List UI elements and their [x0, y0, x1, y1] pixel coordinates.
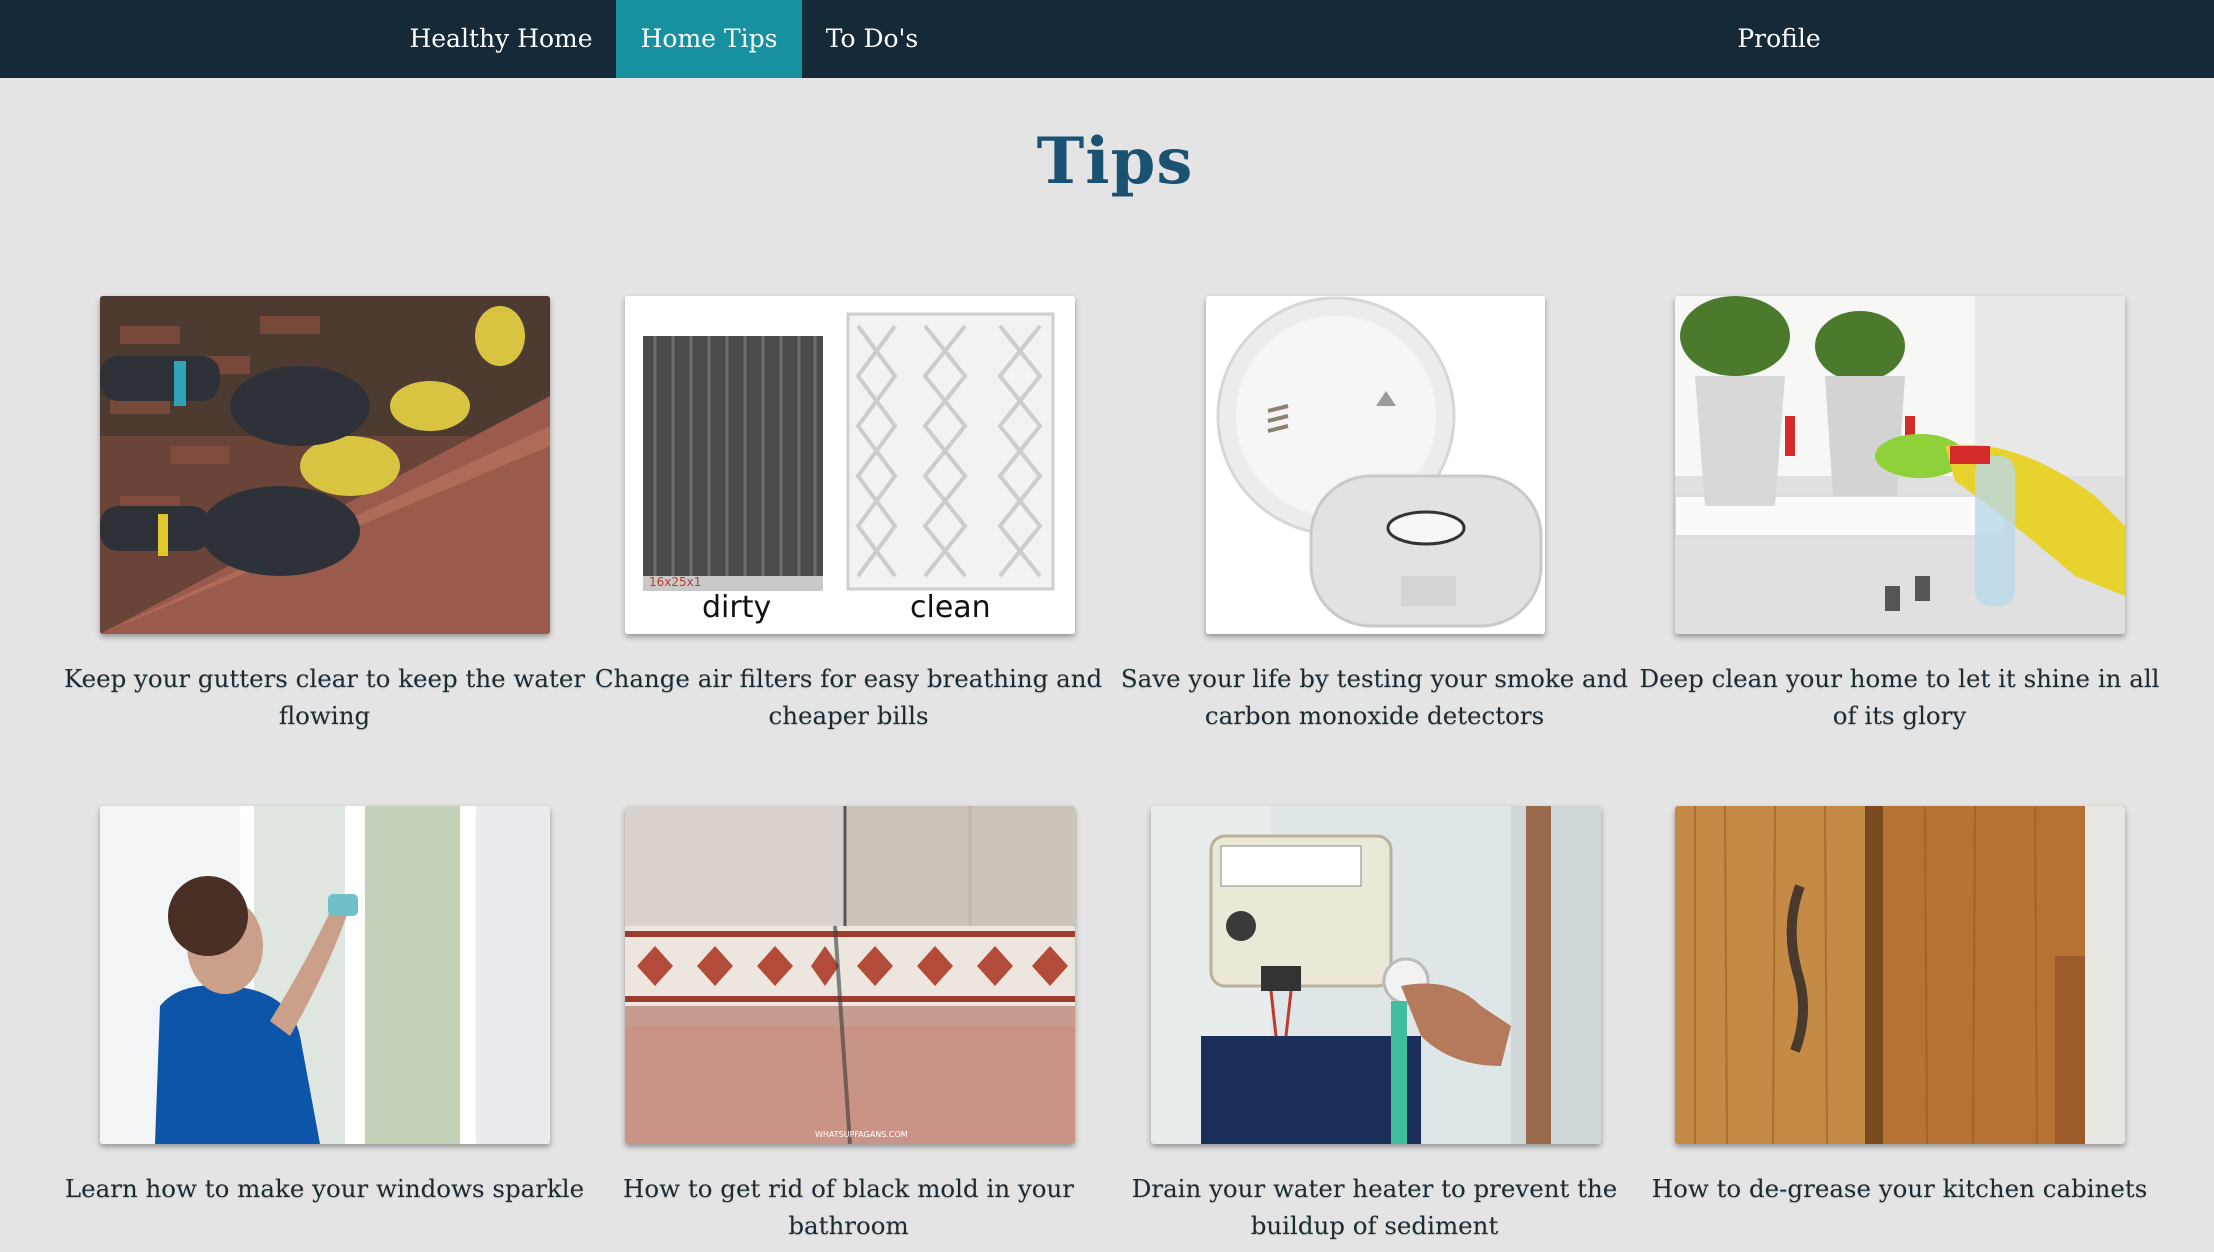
tip-caption[interactable]: How to de-grease your kitchen cabinets — [1637, 1170, 2162, 1207]
water-heater-photo[interactable] — [1151, 806, 1601, 1144]
tip-caption[interactable]: Change air filters for easy breathing an… — [586, 660, 1111, 734]
nav-to-dos[interactable]: To Do's — [812, 0, 932, 78]
page-title: Tips — [1036, 124, 1194, 199]
nav-profile[interactable]: Profile — [1720, 0, 1838, 78]
nav-home-tips[interactable]: Home Tips — [616, 0, 802, 78]
watermark-text: WHATSUPFAGANS.COM — [815, 1130, 908, 1139]
gutter-photo[interactable] — [100, 296, 550, 634]
nav-healthy-home[interactable]: Healthy Home — [393, 0, 609, 78]
tip-caption[interactable]: Deep clean your home to let it shine in … — [1637, 660, 2162, 734]
tip-caption[interactable]: How to get rid of black mold in your bat… — [586, 1170, 1111, 1244]
tip-caption[interactable]: Learn how to make your windows sparkle — [62, 1170, 587, 1207]
detector-photo[interactable] — [1206, 296, 1545, 634]
cabinet-photo[interactable] — [1675, 806, 2125, 1144]
tip-caption[interactable]: Save your life by testing your smoke and… — [1112, 660, 1637, 734]
dirty-label: dirty — [702, 590, 772, 625]
window-photo[interactable] — [100, 806, 550, 1144]
tip-caption[interactable]: Keep your gutters clear to keep the wate… — [62, 660, 587, 734]
clean-label: clean — [910, 590, 991, 625]
filter-size-label: 16x25x1 — [649, 575, 701, 589]
cleaning-photo[interactable] — [1675, 296, 2125, 634]
top-nav: Healthy Home Home Tips To Do's Profile — [0, 0, 2214, 78]
air-filter-photo[interactable]: 16x25x1 dirty clean — [625, 296, 1075, 634]
bathroom-tile-photo[interactable]: WHATSUPFAGANS.COM — [625, 806, 1075, 1144]
tip-caption[interactable]: Drain your water heater to prevent the b… — [1112, 1170, 1637, 1244]
